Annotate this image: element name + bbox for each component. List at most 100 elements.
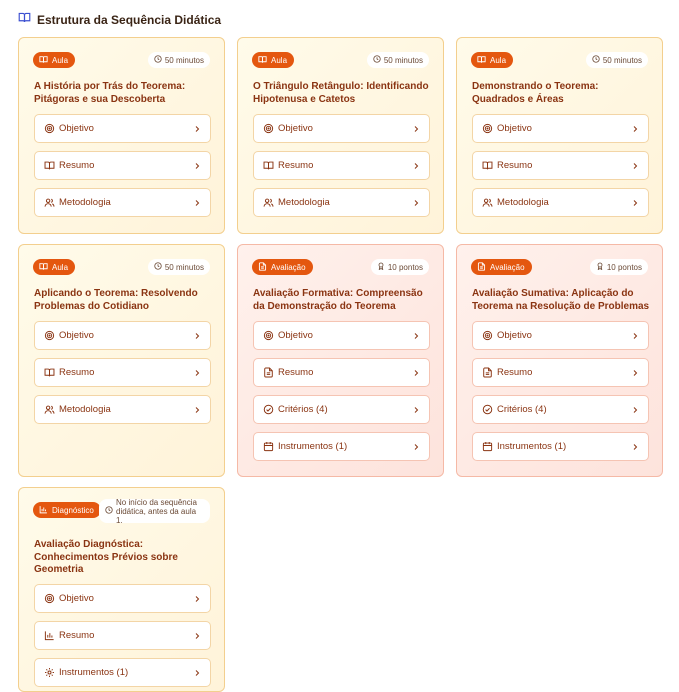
calendar-icon bbox=[263, 441, 274, 452]
chevron-right-icon bbox=[631, 162, 639, 170]
duration-label: 50 minutos bbox=[383, 55, 423, 65]
instruments-row[interactable]: Instrumentos (1) bbox=[34, 658, 211, 687]
row-label: Instrumentos (1) bbox=[497, 441, 567, 452]
methodology-row[interactable]: Metodologia bbox=[34, 395, 211, 424]
criteria-row[interactable]: Critérios (4) bbox=[253, 395, 430, 424]
row-label: Instrumentos (1) bbox=[59, 667, 129, 678]
assessment-card: Avaliação 10 pontos Avaliação Formativa:… bbox=[237, 244, 444, 477]
file-text-icon bbox=[263, 367, 274, 378]
timing-tag: No início da sequência didática, antes d… bbox=[99, 497, 210, 525]
clock-icon bbox=[105, 506, 113, 516]
award-icon bbox=[377, 262, 385, 272]
book-open-icon bbox=[258, 55, 267, 66]
objective-row[interactable]: Objetivo bbox=[472, 114, 649, 143]
section-header: Estrutura da Sequência Didática bbox=[18, 11, 221, 29]
book-open-icon bbox=[263, 160, 274, 171]
row-label: Resumo bbox=[497, 160, 533, 171]
row-label: Objetivo bbox=[497, 123, 532, 134]
target-icon bbox=[44, 330, 55, 341]
type-badge: Aula bbox=[33, 259, 76, 275]
check-circle-icon bbox=[482, 404, 493, 415]
clock-icon bbox=[373, 55, 381, 65]
summary-row[interactable]: Resumo bbox=[472, 358, 649, 387]
clock-icon bbox=[154, 262, 162, 272]
objective-row[interactable]: Objetivo bbox=[34, 584, 211, 613]
row-label: Resumo bbox=[59, 630, 95, 641]
book-open-icon bbox=[482, 160, 493, 171]
row-label: Instrumentos (1) bbox=[278, 441, 348, 452]
objective-row[interactable]: Objetivo bbox=[34, 321, 211, 350]
duration-tag: 50 minutos bbox=[366, 52, 429, 68]
card-title: Avaliação Formativa: Compreensão da Demo… bbox=[253, 288, 423, 312]
file-text-icon bbox=[477, 261, 486, 273]
summary-row[interactable]: Resumo bbox=[253, 358, 430, 387]
target-icon bbox=[482, 123, 493, 134]
lesson-card: Aula 50 minutos Aplicando o Teorema: Res… bbox=[18, 244, 225, 477]
chevron-right-icon bbox=[631, 443, 639, 451]
summary-row[interactable]: Resumo bbox=[253, 151, 430, 180]
methodology-row[interactable]: Metodologia bbox=[34, 188, 211, 217]
instruments-row[interactable]: Instrumentos (1) bbox=[253, 432, 430, 461]
summary-row[interactable]: Resumo bbox=[34, 621, 211, 650]
chevron-right-icon bbox=[412, 162, 420, 170]
points-label: 10 pontos bbox=[387, 262, 423, 272]
duration-label: 50 minutos bbox=[602, 55, 642, 65]
duration-tag: 50 minutos bbox=[147, 52, 210, 68]
target-icon bbox=[263, 330, 274, 341]
row-label: Objetivo bbox=[278, 330, 313, 341]
points-tag: 10 pontos bbox=[589, 259, 648, 275]
summary-row[interactable]: Resumo bbox=[34, 358, 211, 387]
chevron-right-icon bbox=[193, 162, 201, 170]
row-label: Resumo bbox=[278, 367, 314, 378]
target-icon bbox=[263, 123, 274, 134]
methodology-row[interactable]: Metodologia bbox=[253, 188, 430, 217]
objective-row[interactable]: Objetivo bbox=[253, 321, 430, 350]
book-open-icon bbox=[39, 262, 48, 273]
lesson-card: Aula 50 minutos Demonstrando o Teorema: … bbox=[456, 37, 663, 234]
users-icon bbox=[263, 197, 274, 208]
instruments-row[interactable]: Instrumentos (1) bbox=[472, 432, 649, 461]
summary-row[interactable]: Resumo bbox=[34, 151, 211, 180]
book-open-icon bbox=[39, 55, 48, 66]
row-label: Objetivo bbox=[59, 593, 94, 604]
book-open-icon bbox=[44, 160, 55, 171]
summary-row[interactable]: Resumo bbox=[472, 151, 649, 180]
row-label: Objetivo bbox=[59, 330, 94, 341]
book-open-icon bbox=[477, 55, 486, 66]
row-label: Objetivo bbox=[497, 330, 532, 341]
objective-row[interactable]: Objetivo bbox=[34, 114, 211, 143]
badge-label: Avaliação bbox=[490, 262, 525, 272]
timing-label: No início da sequência didática, antes d… bbox=[116, 497, 197, 525]
type-badge: Aula bbox=[252, 52, 295, 68]
row-label: Resumo bbox=[59, 160, 95, 171]
type-badge: Avaliação bbox=[471, 259, 532, 275]
chevron-right-icon bbox=[412, 443, 420, 451]
chevron-right-icon bbox=[631, 406, 639, 414]
bar-chart-icon bbox=[39, 505, 48, 516]
check-circle-icon bbox=[263, 404, 274, 415]
chevron-right-icon bbox=[193, 199, 201, 207]
objective-row[interactable]: Objetivo bbox=[472, 321, 649, 350]
chevron-right-icon bbox=[631, 332, 639, 340]
file-text-icon bbox=[258, 261, 267, 273]
objective-row[interactable]: Objetivo bbox=[253, 114, 430, 143]
chevron-right-icon bbox=[412, 406, 420, 414]
type-badge: Aula bbox=[33, 52, 76, 68]
methodology-row[interactable]: Metodologia bbox=[472, 188, 649, 217]
book-open-icon bbox=[44, 367, 55, 378]
row-label: Objetivo bbox=[278, 123, 313, 134]
target-icon bbox=[44, 593, 55, 604]
badge-label: Diagnóstico bbox=[52, 505, 94, 515]
bar-chart-icon bbox=[44, 630, 55, 641]
chevron-right-icon bbox=[193, 332, 201, 340]
row-label: Resumo bbox=[59, 367, 95, 378]
file-text-icon bbox=[482, 367, 493, 378]
row-label: Critérios (4) bbox=[497, 404, 547, 415]
criteria-row[interactable]: Critérios (4) bbox=[472, 395, 649, 424]
chevron-right-icon bbox=[193, 632, 201, 640]
duration-label: 50 minutos bbox=[164, 55, 204, 65]
users-icon bbox=[44, 197, 55, 208]
badge-label: Aula bbox=[271, 55, 288, 65]
type-badge: Avaliação bbox=[252, 259, 313, 275]
section-title: Estrutura da Sequência Didática bbox=[37, 13, 222, 27]
